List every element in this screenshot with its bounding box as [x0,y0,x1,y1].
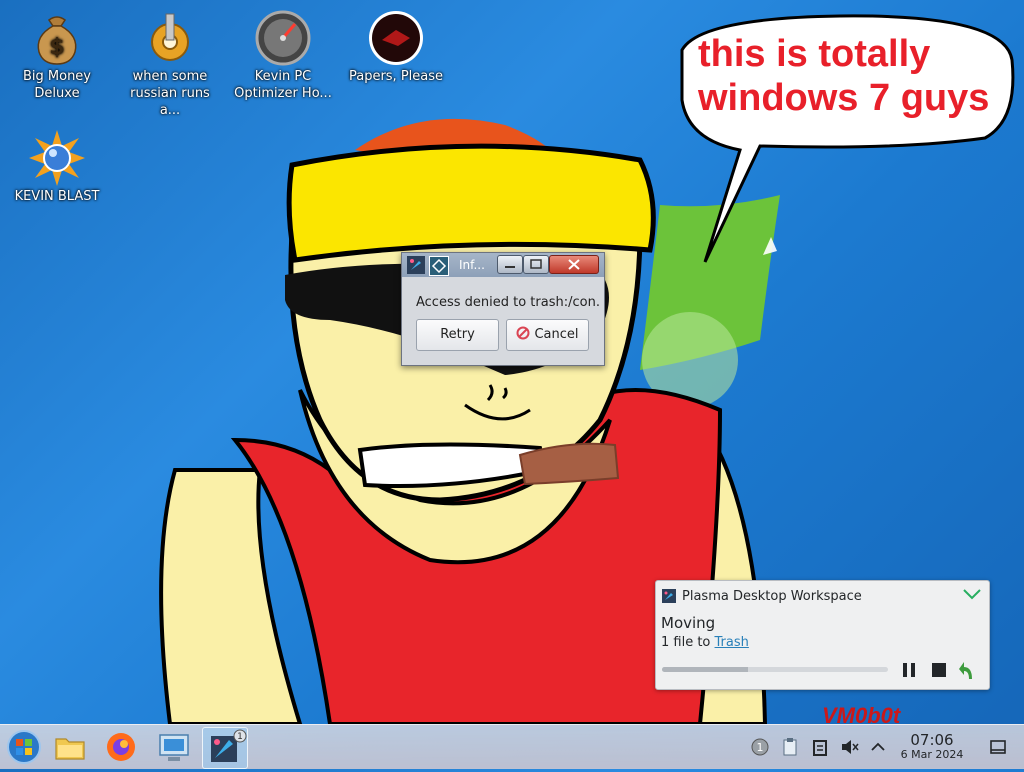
notification-body: 1 file to Trash [661,635,749,650]
close-button[interactable] [549,255,599,274]
close-icon [568,259,580,270]
desktop-icon-label: Kevin PC Optimizer Ho... [234,69,332,101]
cancel-label: Cancel [534,327,579,342]
blast-icon [29,130,85,186]
minimize-icon [505,266,515,268]
desktop-icon-label: KEVIN BLAST [14,189,100,204]
file-manager-icon [55,738,85,760]
desktop-icon-label: when some russian runs a... [130,69,210,118]
undo-arrow-icon[interactable] [958,659,978,681]
taskbar: 1 1 [0,724,1024,769]
notification-title: Moving [661,614,716,632]
taskbar-file-manager[interactable] [48,727,92,767]
clock-time[interactable]: 07:06 [900,731,964,749]
desktop-icon-russian-runs[interactable]: when some russian runs a... [118,10,222,119]
stop-button[interactable] [930,661,948,679]
chevron-up-icon[interactable] [868,737,888,757]
clock-date[interactable]: 6 Mar 2024 [890,748,974,761]
maximize-icon [530,259,542,269]
desktop-icon-big-money-deluxe[interactable]: $ Big Money Deluxe [5,10,109,102]
firefox-icon [107,733,135,761]
job-notification: Plasma Desktop Workspace Moving 1 file t… [655,580,990,690]
start-button[interactable] [2,727,46,767]
maximize-button[interactable] [523,255,549,274]
desktop-icon-kevin-pc-optimizer[interactable]: Kevin PC Optimizer Ho... [231,10,335,102]
retry-button[interactable]: Retry [416,319,499,351]
desktop-icon-kevin-blast[interactable]: KEVIN BLAST [5,130,109,205]
taskbar-system-settings[interactable] [152,727,196,767]
papers-please-icon [369,11,423,65]
dialog-message: Access denied to trash:/con. [416,295,600,310]
dialog-titlebar[interactable]: Inf... [402,253,604,277]
dialog-title: Inf... [459,258,485,272]
notification-app-name: Plasma Desktop Workspace [682,589,862,604]
plasma-icon [662,589,676,603]
taskbar-firefox[interactable] [99,727,143,767]
desktop-icon-label: Papers, Please [348,69,444,84]
clipboard-network-icon[interactable] [780,737,800,757]
cancel-button[interactable]: Cancel [506,319,589,351]
progress-fill [662,667,748,672]
trash-link[interactable]: Trash [715,635,749,650]
gear-icon [151,13,189,61]
svg-text:$: $ [49,35,64,60]
volume-muted-icon[interactable] [840,737,860,757]
task-badge: 1 [237,732,243,742]
plasma-task-icon: 1 [211,729,247,762]
taskbar-plasma-task[interactable]: 1 [202,727,248,769]
desktop-icon-label: Big Money Deluxe [22,69,91,101]
tray-badge: 1 [757,741,764,754]
error-dialog: Inf... Access denied to trash:/con. Retr… [401,252,605,366]
system-settings-icon [159,734,189,761]
clipboard-icon[interactable] [810,737,830,757]
show-desktop-icon[interactable] [988,737,1008,757]
minimize-button[interactable] [497,255,523,274]
notification-body-text: 1 file to [661,635,715,650]
pause-button[interactable] [900,661,918,679]
tray-notification-count[interactable]: 1 [750,737,770,757]
speech-bubble-text: this is totally windows 7 guys [698,33,990,119]
plasma-icon [407,256,425,274]
chevron-down-icon[interactable] [962,587,982,601]
desktop-icon-papers-please[interactable]: Papers, Please [344,10,448,85]
money-bag-icon: $ [37,16,77,65]
info-icon [429,256,449,276]
character-headband [286,143,656,263]
progress-bar [662,667,888,672]
start-orb-icon [7,730,41,764]
cancel-icon [516,326,530,340]
gauge-icon [255,10,311,66]
